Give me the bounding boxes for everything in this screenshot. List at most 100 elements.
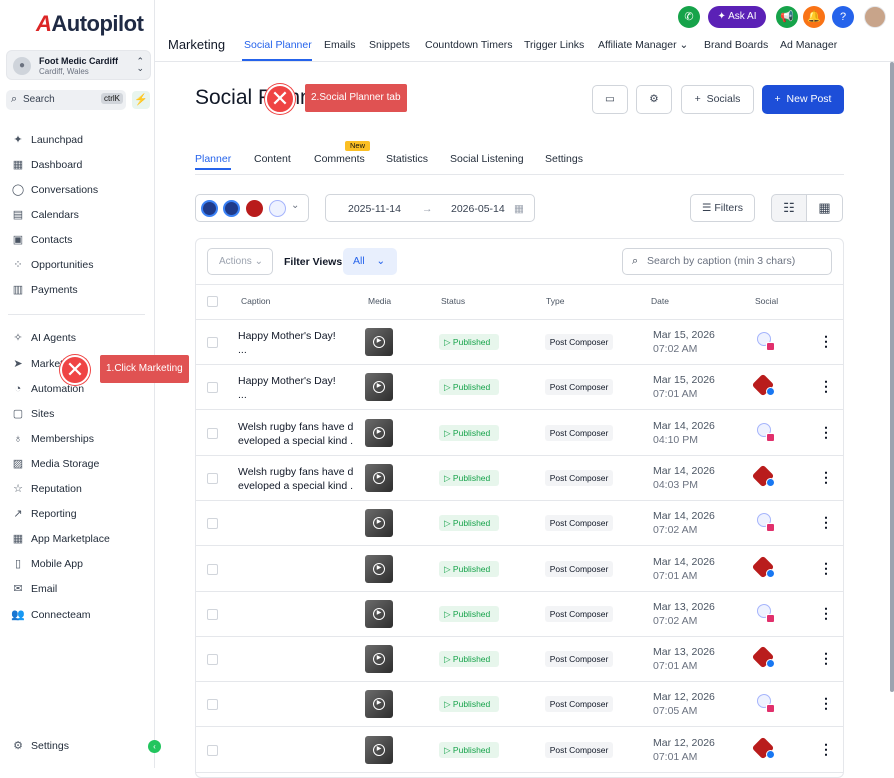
table-row[interactable]: ▶ ▷ Published Post Composer Mar 14, 2026 07:…	[196, 547, 843, 592]
date-range-picker[interactable]: 2025-11-14 → 2026-05-14 ▦	[325, 194, 535, 222]
account-selector[interactable]: ⌄	[195, 194, 309, 222]
sidebar-item-memberships[interactable]: ♁ Memberships	[0, 428, 155, 450]
brand-logo[interactable]: AAutopilot	[36, 11, 144, 37]
tab-emails[interactable]: Emails	[324, 39, 356, 51]
quick-action-bolt-icon[interactable]: ⚡	[132, 91, 150, 109]
row-checkbox[interactable]	[207, 654, 218, 666]
row-checkbox[interactable]	[207, 608, 218, 620]
post-caption[interactable]: Happy Mother's Day! ...	[238, 374, 353, 402]
phone-icon[interactable]: ✆	[678, 6, 700, 28]
post-media-thumbnail[interactable]: ▶	[365, 373, 393, 402]
more-options-icon[interactable]: ⋮	[819, 469, 833, 486]
table-row[interactable]: Welsh rugby fans have d eveloped a speci…	[196, 411, 843, 456]
location-switcher[interactable]: ● Foot Medic Cardiff Cardiff, Wales ⌃ ⌄	[6, 50, 151, 80]
more-options-icon[interactable]: ⋮	[819, 424, 833, 441]
table-row[interactable]: ▶ ▷ Published Post Composer Mar 13, 2026 07:…	[196, 592, 843, 637]
more-options-icon[interactable]: ⋮	[819, 333, 833, 350]
sidebar-item-sites[interactable]: ▢ Sites	[0, 403, 155, 425]
sidebar-item-payments[interactable]: ▥ Payments	[0, 279, 155, 301]
sidebar-item-connecteam[interactable]: 👥 Connecteam	[0, 604, 155, 626]
page-scrollbar[interactable]	[890, 62, 894, 692]
sidebar-item-app-marketplace[interactable]: ▦ App Marketplace	[0, 528, 155, 550]
filter-view-select[interactable]: All ⌄	[343, 248, 397, 275]
subtab-settings[interactable]: Settings	[545, 153, 583, 165]
post-media-thumbnail[interactable]: ▶	[365, 599, 393, 628]
tab-social-planner[interactable]: Social Planner	[244, 39, 312, 51]
table-row[interactable]: ▶ ▷ Published Post Composer Mar 14, 2026 07:…	[196, 501, 843, 547]
sidebar-item-email[interactable]: ✉ Email	[0, 578, 155, 600]
row-checkbox[interactable]	[207, 472, 218, 484]
post-caption[interactable]: Welsh rugby fans have d eveloped a speci…	[238, 420, 353, 448]
row-checkbox[interactable]	[207, 744, 218, 756]
sidebar-item-contacts[interactable]: ▣ Contacts	[0, 229, 155, 251]
more-options-icon[interactable]: ⋮	[819, 741, 833, 758]
sidebar-item-launchpad[interactable]: ✦ Launchpad	[0, 129, 155, 151]
table-row[interactable]: ▶ ▷ Published Post Composer Mar 12, 2026 07:…	[196, 728, 843, 773]
table-row[interactable]: Happy Mother's Day! ... ▶ ▷ Published Post …	[196, 320, 843, 365]
tab-snippets[interactable]: Snippets	[369, 39, 410, 51]
sidebar-item-mobile-app[interactable]: ▯ Mobile App	[0, 553, 155, 575]
more-options-icon[interactable]: ⋮	[819, 605, 833, 622]
subtab-content[interactable]: Content	[254, 153, 291, 165]
sidebar-search[interactable]: ⌕ Search ctrlK	[6, 90, 126, 110]
help-icon[interactable]: ?	[832, 6, 854, 28]
sidebar-item-ai-agents[interactable]: ✧ AI Agents	[0, 327, 155, 349]
select-all-checkbox[interactable]	[207, 296, 218, 307]
filters-button[interactable]: ☰ Filters	[690, 194, 755, 222]
ask-ai-button[interactable]: ✦ Ask AI	[708, 6, 766, 28]
row-checkbox[interactable]	[207, 518, 218, 530]
post-media-thumbnail[interactable]: ▶	[365, 554, 393, 583]
row-checkbox[interactable]	[207, 337, 218, 348]
row-checkbox[interactable]	[207, 427, 218, 439]
post-caption[interactable]: Happy Mother's Day! ...	[238, 329, 353, 357]
sidebar-item-calendars[interactable]: ▤ Calendars	[0, 204, 155, 226]
more-options-icon[interactable]: ⋮	[819, 560, 833, 577]
subtab-planner[interactable]: Planner	[195, 153, 231, 165]
sidebar-item-dashboard[interactable]: ▦ Dashboard	[0, 154, 155, 176]
sidebar-item-settings[interactable]: ⚙ Settings	[0, 735, 155, 757]
more-options-icon[interactable]: ⋮	[819, 514, 833, 531]
more-options-icon[interactable]: ⋮	[819, 378, 833, 395]
post-media-thumbnail[interactable]: ▶	[365, 735, 393, 764]
subtab-statistics[interactable]: Statistics	[386, 153, 428, 165]
user-avatar[interactable]	[864, 6, 886, 28]
subtab-social-listening[interactable]: Social Listening	[450, 153, 524, 165]
post-media-thumbnail[interactable]: ▶	[365, 509, 393, 538]
sidebar-item-conversations[interactable]: ◯ Conversations	[0, 179, 155, 201]
post-media-thumbnail[interactable]: ▶	[365, 645, 393, 674]
tab-countdown-timers[interactable]: Countdown Timers	[425, 39, 513, 51]
table-row[interactable]: ▶ ▷ Published Post Composer Mar 12, 2026 07:…	[196, 682, 843, 728]
post-media-thumbnail[interactable]: ▶	[365, 328, 393, 356]
bell-icon[interactable]: 🔔	[803, 6, 825, 28]
sidebar-item-opportunities[interactable]: ⁘ Opportunities	[0, 254, 155, 276]
tab-trigger-links[interactable]: Trigger Links	[524, 39, 584, 51]
post-caption[interactable]: Welsh rugby fans have d eveloped a speci…	[238, 465, 353, 493]
more-options-icon[interactable]: ⋮	[819, 650, 833, 667]
tab-brand-boards[interactable]: Brand Boards	[704, 39, 768, 51]
table-row[interactable]: Happy Mother's Day! ... ▶ ▷ Published Post …	[196, 365, 843, 411]
subtab-comments[interactable]: Comments	[314, 153, 365, 165]
post-media-thumbnail[interactable]: ▶	[365, 463, 393, 492]
sidebar-item-reporting[interactable]: ↗ Reporting	[0, 503, 155, 525]
post-media-thumbnail[interactable]: ▶	[365, 418, 393, 447]
more-options-icon[interactable]: ⋮	[819, 695, 833, 712]
calendar-view-icon[interactable]: ▦	[807, 194, 843, 222]
row-checkbox[interactable]	[207, 563, 218, 575]
collapse-sidebar-icon[interactable]: ‹	[148, 740, 161, 753]
new-post-button[interactable]: + New Post	[762, 85, 844, 114]
settings-button[interactable]: ⚙	[636, 85, 672, 114]
table-row[interactable]: ▶ ▷ Published Post Composer Mar 13, 2026 07:…	[196, 637, 843, 683]
feedback-button[interactable]: ▭	[592, 85, 628, 114]
megaphone-icon[interactable]: 📢	[776, 6, 798, 28]
actions-dropdown[interactable]: Actions ⌄	[207, 248, 273, 275]
post-media-thumbnail[interactable]: ▶	[365, 690, 393, 719]
sidebar-item-reputation[interactable]: ☆ Reputation	[0, 478, 155, 500]
sidebar-item-media-storage[interactable]: ▨ Media Storage	[0, 453, 155, 475]
row-checkbox[interactable]	[207, 699, 218, 711]
list-view-icon[interactable]: ☷	[771, 194, 807, 222]
table-row[interactable]: Welsh rugby fans have d eveloped a speci…	[196, 456, 843, 501]
caption-search-input[interactable]: ⌕ Search by caption (min 3 chars)	[622, 248, 832, 275]
tab-affiliate-manager[interactable]: Affiliate Manager ⌄	[598, 39, 688, 51]
tab-ad-manager[interactable]: Ad Manager	[780, 39, 837, 51]
row-checkbox[interactable]	[207, 382, 218, 394]
